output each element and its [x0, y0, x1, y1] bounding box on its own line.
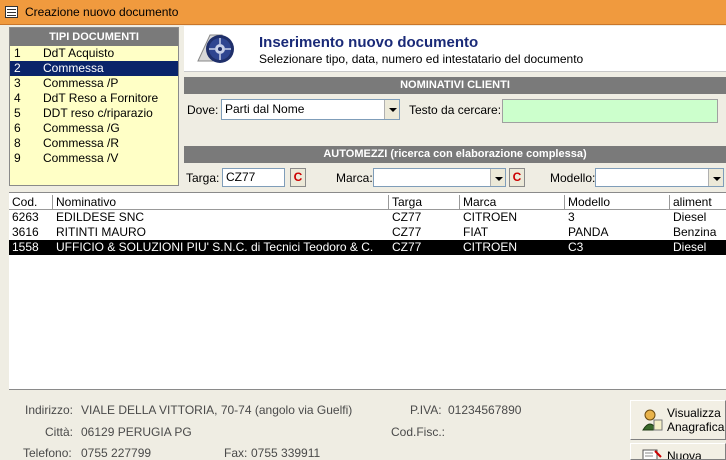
column-header-marca[interactable]: Marca	[460, 195, 565, 210]
cell-cod: 6263	[12, 210, 39, 224]
dove-select[interactable]: Parti dal Nome	[221, 99, 400, 120]
document-type-label: DdT Reso a Fornitore	[43, 91, 159, 105]
table-row[interactable]: 3616 RITINTI MAURO CZ77 FIAT PANDA Benzi…	[9, 225, 726, 240]
cell-marca: CITROEN	[463, 240, 517, 254]
cell-marca: FIAT	[463, 225, 489, 239]
cell-modello: C3	[568, 240, 584, 254]
document-type-label: Commessa /G	[43, 121, 120, 135]
column-header-modello[interactable]: Modello	[565, 195, 670, 210]
vehicles-band: AUTOMEZZI (ricerca con elaborazione comp…	[184, 146, 726, 163]
targa-label: Targa:	[186, 171, 220, 185]
telefono-value: 0755 227799	[81, 446, 152, 460]
view-registry-label-1: Visualizza	[667, 406, 721, 420]
column-header-nominativo[interactable]: Nominativo	[53, 195, 389, 210]
citta-value: 06129 PERUGIA PG	[81, 425, 192, 439]
chevron-down-icon[interactable]	[490, 169, 505, 186]
document-type-item-selected[interactable]: 2 Commessa	[10, 61, 178, 76]
fax-label: Fax:	[224, 446, 248, 460]
cell-nominativo: UFFICIO & SOLUZIONI PIU' S.N.C. di Tecni…	[56, 240, 374, 254]
table-header: Cod. Nominativo Targa Marca Modello alim…	[9, 195, 726, 210]
document-type-code: 6	[14, 121, 21, 135]
clear-marca-button[interactable]: C	[509, 168, 525, 187]
document-type-label: Commessa /R	[43, 136, 120, 150]
document-type-code: 8	[14, 136, 21, 150]
column-header-cod[interactable]: Cod.	[9, 195, 53, 210]
targa-input[interactable]: CZ77	[222, 168, 285, 187]
document-type-label: Commessa /V	[43, 151, 119, 165]
document-type-label: DdT Acquisto	[43, 46, 115, 60]
cell-targa: CZ77	[392, 240, 422, 254]
new-document-icon	[642, 449, 662, 459]
document-type-code: 2	[14, 61, 21, 75]
view-registry-label-2: Anagrafica	[667, 420, 725, 434]
cell-targa: CZ77	[392, 225, 422, 239]
indirizzo-value: VIALE DELLA VITTORIA, 70-74 (angolo via …	[81, 403, 353, 417]
citta-label: Città:	[45, 425, 74, 439]
document-types-list: 1 DdT Acquisto 2 Commessa 3 Commessa /P 4 Dd…	[10, 46, 178, 166]
clients-band: NOMINATIVI CLIENTI	[184, 77, 726, 94]
dove-label: Dove:	[187, 103, 219, 117]
document-type-code: 5	[14, 106, 21, 120]
indirizzo-label: Indirizzo:	[25, 403, 74, 417]
clear-targa-button[interactable]: C	[290, 168, 306, 187]
table-row-selected[interactable]: 1558 UFFICIO & SOLUZIONI PIU' S.N.C. di …	[9, 240, 726, 255]
disk-icon	[197, 34, 234, 63]
window-icon	[5, 6, 18, 18]
document-type-item[interactable]: 8 Commessa /R	[10, 136, 178, 151]
document-type-code: 4	[14, 91, 21, 105]
column-header-targa[interactable]: Targa	[389, 195, 460, 210]
view-registry-button[interactable]: Visualizza Anagrafica	[630, 400, 726, 440]
document-type-code: 1	[14, 46, 21, 60]
document-types-panel: TIPI DOCUMENTI 1 DdT Acquisto 2 Commessa 3…	[9, 27, 179, 186]
telefono-label: Telefono:	[23, 446, 72, 460]
document-type-item[interactable]: 1 DdT Acquisto	[10, 46, 178, 61]
cell-nominativo: EDILDESE SNC	[56, 210, 145, 224]
dove-select-value: Parti dal Nome	[225, 102, 305, 116]
cell-nominativo: RITINTI MAURO	[56, 225, 146, 239]
search-text-label: Testo da cercare:	[409, 103, 502, 117]
piva-label: P.IVA:	[410, 403, 442, 417]
document-type-item[interactable]: 3 Commessa /P	[10, 76, 178, 91]
document-type-label: DDT reso c/riparazio	[43, 106, 153, 120]
cell-modello: 3	[568, 210, 575, 224]
document-types-header: TIPI DOCUMENTI	[10, 28, 178, 46]
document-type-item[interactable]: 6 Commessa /G	[10, 121, 178, 136]
modello-select[interactable]	[595, 168, 724, 187]
dialog-header: Inserimento nuovo documento Selezionare …	[184, 26, 726, 72]
document-type-label: Commessa /P	[43, 76, 119, 90]
header-title: Inserimento nuovo documento	[259, 34, 479, 51]
title-bar: Creazione nuovo documento	[0, 0, 726, 25]
document-type-code: 3	[14, 76, 21, 90]
chevron-down-icon[interactable]	[384, 100, 399, 119]
cell-modello: PANDA	[568, 225, 609, 239]
cell-aliment: Diesel	[673, 210, 707, 224]
table-row[interactable]: 6263 EDILDESE SNC CZ77 CITROEN 3 Diesel	[9, 210, 726, 225]
chevron-down-icon[interactable]	[708, 169, 723, 186]
new-button[interactable]: Nuova	[630, 443, 726, 460]
document-type-label: Commessa	[43, 61, 104, 75]
cell-aliment: Benzina	[673, 225, 717, 239]
user-card-icon	[642, 409, 663, 431]
piva-value: 01234567890	[448, 403, 522, 417]
header-subtitle: Selezionare tipo, data, numero ed intest…	[259, 52, 584, 66]
search-text-input[interactable]	[502, 99, 718, 123]
document-type-item[interactable]: 4 DdT Reso a Fornitore	[10, 91, 178, 106]
marca-select[interactable]	[373, 168, 506, 187]
cell-marca: CITROEN	[463, 210, 517, 224]
results-table[interactable]: Cod. Nominativo Targa Marca Modello alim…	[9, 192, 726, 390]
document-type-item[interactable]: 9 Commessa /V	[10, 151, 178, 166]
document-type-code: 9	[14, 151, 21, 165]
window-title: Creazione nuovo documento	[25, 5, 179, 19]
codfisc-label: Cod.Fisc.:	[391, 425, 446, 439]
marca-label: Marca:	[336, 171, 373, 185]
new-button-label: Nuova	[667, 449, 702, 460]
fax-value: 0755 339911	[251, 446, 321, 460]
modello-label: Modello:	[550, 171, 596, 185]
cell-cod: 3616	[12, 225, 39, 239]
cell-targa: CZ77	[392, 210, 422, 224]
cell-cod: 1558	[12, 240, 39, 254]
document-type-item[interactable]: 5 DDT reso c/riparazio	[10, 106, 178, 121]
column-header-aliment[interactable]: aliment	[670, 195, 726, 210]
cell-aliment: Diesel	[673, 240, 707, 254]
